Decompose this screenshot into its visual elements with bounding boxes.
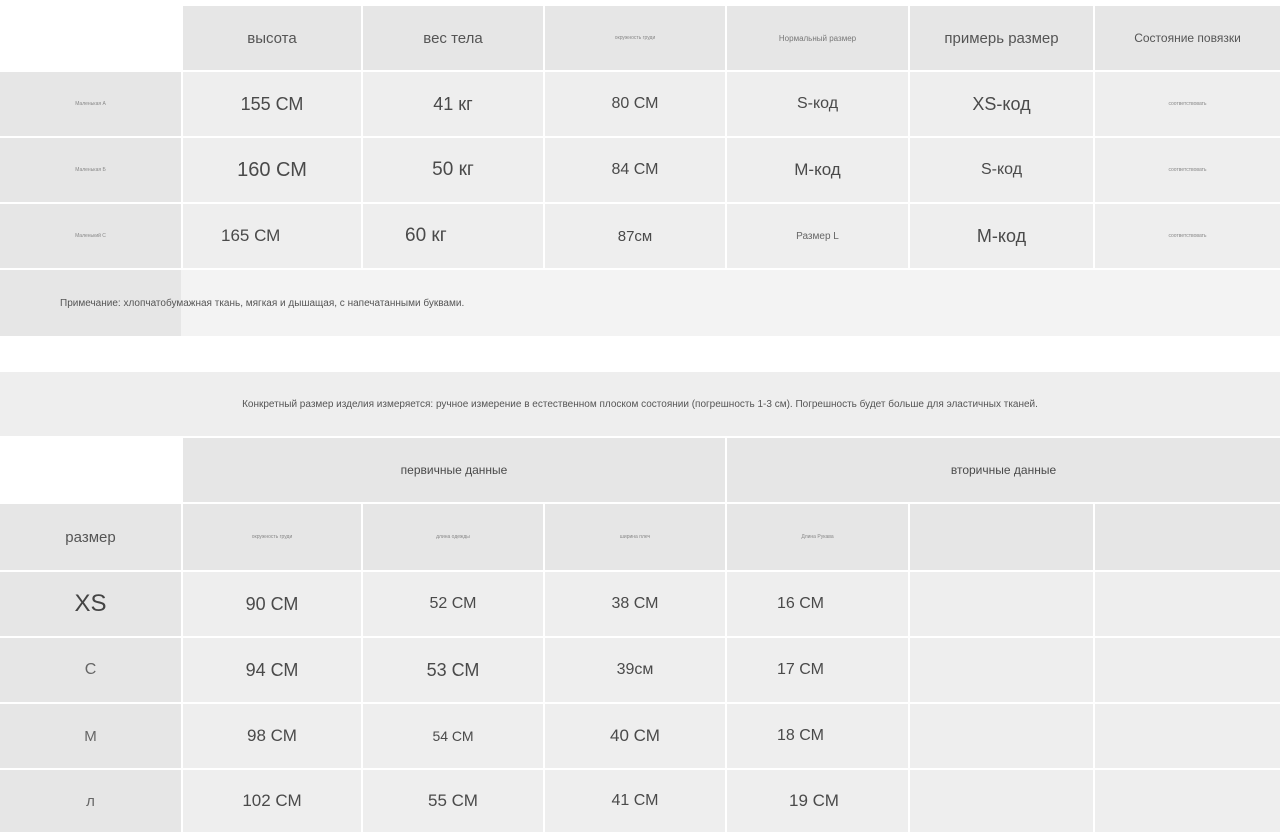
cell-shoulder: 38 СМ [545, 572, 725, 636]
subheader-sleeve: Длина Рукава [727, 504, 908, 570]
cell-height: 155 СМ [183, 72, 361, 136]
cell-fit-state: соответствовать [1095, 204, 1280, 268]
cell-try-size: S-код [910, 138, 1093, 202]
cell-chest: 84 СМ [545, 138, 725, 202]
cell-height: 165 СМ [183, 204, 361, 268]
cell-weight: 50 кг [363, 138, 543, 202]
cell-normal-size: Размер L [727, 204, 908, 268]
cell-chest: 87см [545, 204, 725, 268]
cell-shoulder: 39см [545, 638, 725, 702]
subheader-shoulder: ширина плеч [545, 504, 725, 570]
cell-sleeve: 17 СМ [727, 638, 908, 702]
cell-try-size: XS-код [910, 72, 1093, 136]
header-corner-cell [0, 6, 181, 70]
cell-empty [1095, 572, 1280, 636]
size-label: размер [0, 504, 181, 570]
cell-length: 52 СМ [363, 572, 543, 636]
subheader-chest: окружность груди [183, 504, 361, 570]
cell-shoulder: 40 СМ [545, 704, 725, 768]
group-secondary: вторичные данные [727, 438, 1280, 502]
cell-empty [910, 572, 1093, 636]
cell-empty [1095, 770, 1280, 832]
header-fit-state: Состояние повязки [1095, 6, 1280, 70]
header-try-size: примерь размер [910, 6, 1093, 70]
cell-sleeve: 16 СМ [727, 572, 908, 636]
cell-empty [1095, 638, 1280, 702]
cell-length: 53 СМ [363, 638, 543, 702]
cell-normal-size: М-код [727, 138, 908, 202]
cell-length: 54 СМ [363, 704, 543, 768]
subheader-empty [910, 504, 1093, 570]
cell-empty [910, 704, 1093, 768]
subheader-empty [1095, 504, 1280, 570]
size-cell: л [0, 770, 181, 832]
size-cell: М [0, 704, 181, 768]
group-corner-cell [0, 438, 181, 502]
cell-sleeve: 19 СМ [727, 770, 908, 832]
cell-empty [910, 770, 1093, 832]
cell-weight: 60 кг [363, 204, 543, 268]
header-normal-size: Нормальный размер [727, 6, 908, 70]
cell-fit-state: соответствовать [1095, 72, 1280, 136]
size-cell: XS [0, 572, 181, 636]
group-primary: первичные данные [183, 438, 725, 502]
measurement-banner: Конкретный размер изделия измеряется: ру… [0, 372, 1280, 436]
note-text: Примечание: хлопчатобумажная ткань, мягк… [0, 270, 1280, 336]
row-label: Маленькая А [0, 72, 181, 136]
header-chest: окружность груди [545, 6, 725, 70]
cell-length: 55 СМ [363, 770, 543, 832]
cell-chest: 102 СМ [183, 770, 361, 832]
cell-empty [910, 638, 1093, 702]
subheader-length: длина одежды [363, 504, 543, 570]
cell-empty [1095, 704, 1280, 768]
cell-normal-size: S-код [727, 72, 908, 136]
cell-fit-state: соответствовать [1095, 138, 1280, 202]
cell-height: 160 СМ [183, 138, 361, 202]
header-weight: вес тела [363, 6, 543, 70]
cell-chest: 90 СМ [183, 572, 361, 636]
row-label: Маленькая Б [0, 138, 181, 202]
cell-sleeve: 18 СМ [727, 704, 908, 768]
cell-try-size: М-код [910, 204, 1093, 268]
cell-chest: 80 СМ [545, 72, 725, 136]
cell-chest: 98 СМ [183, 704, 361, 768]
size-cell: С [0, 638, 181, 702]
cell-weight: 41 кг [363, 72, 543, 136]
header-height: высота [183, 6, 361, 70]
cell-chest: 94 СМ [183, 638, 361, 702]
cell-shoulder: 41 СМ [545, 770, 725, 832]
row-label: Маленький С [0, 204, 181, 268]
